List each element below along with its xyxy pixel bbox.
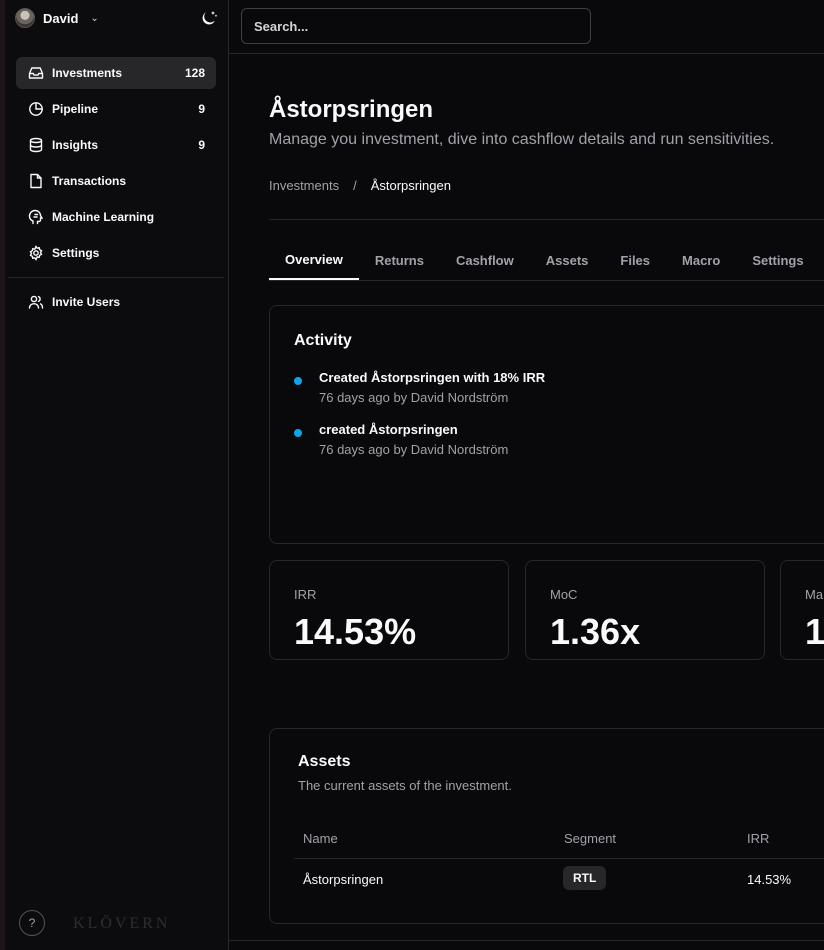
assets-subtitle: The current assets of the investment. xyxy=(298,778,512,793)
asset-name: Åstorpsringen xyxy=(303,872,384,887)
header-divider xyxy=(269,219,824,220)
brand-logo: KLÖVERN xyxy=(73,915,171,932)
tab-files[interactable]: Files xyxy=(604,240,666,280)
activity-card: Activity Created Åstorpsringen with 18% … xyxy=(269,305,824,544)
sidebar-item-insights[interactable]: Insights 9 xyxy=(16,129,216,161)
tab-bar: Overview Returns Cashflow Assets Files M… xyxy=(269,240,824,281)
theme-toggle-button[interactable] xyxy=(199,8,219,28)
metric-label: IRR xyxy=(294,587,317,602)
sidebar-item-label: Pipeline xyxy=(52,102,99,116)
activity-meta: 76 days ago by David Nordström xyxy=(319,442,509,457)
moon-icon xyxy=(202,11,218,25)
activity-meta: 76 days ago by David Nordström xyxy=(319,390,509,405)
invite-users-label: Invite Users xyxy=(52,295,121,309)
main-content: Åstorpsringen Manage you investment, div… xyxy=(229,54,824,941)
metric-value: 1 xyxy=(805,611,824,652)
breadcrumb-current: Åstorpsringen xyxy=(370,178,451,193)
metric-card-irr: IRR 14.53% xyxy=(269,560,509,660)
breadcrumb-investments-link[interactable]: Investments xyxy=(269,178,339,193)
sidebar-item-label: Machine Learning xyxy=(52,210,155,224)
table-row[interactable]: Åstorpsringen RTL 14.53% xyxy=(294,859,824,899)
page-title: Åstorpsringen xyxy=(269,96,434,123)
tab-cashflow[interactable]: Cashflow xyxy=(440,240,530,280)
sidebar-item-settings[interactable]: Settings xyxy=(16,237,216,269)
tab-overview[interactable]: Overview xyxy=(269,240,359,280)
database-icon xyxy=(29,137,43,153)
asset-irr: 14.53% xyxy=(747,872,792,887)
user-name: David xyxy=(43,10,79,26)
activity-text: created Åstorpsringen xyxy=(319,422,458,437)
chevron-down-icon: ⌄ xyxy=(90,12,99,24)
assets-title: Assets xyxy=(298,753,351,770)
avatar xyxy=(15,8,35,28)
column-header-irr: IRR xyxy=(747,831,770,846)
assets-card: Assets The current assets of the investm… xyxy=(269,728,824,924)
file-icon xyxy=(30,173,42,189)
inbox-icon xyxy=(28,67,44,79)
sidebar-item-label: Insights xyxy=(52,138,99,152)
tab-returns[interactable]: Returns xyxy=(359,240,440,280)
user-menu[interactable]: David ⌄ xyxy=(15,8,99,28)
column-header-name: Name xyxy=(303,831,338,846)
sidebar-item-count: 9 xyxy=(198,138,205,152)
metric-label: Ma xyxy=(805,587,824,602)
sidebar: David ⌄ Investments 128 Pipeline 9 Insig… xyxy=(5,0,229,950)
gear-icon xyxy=(29,245,43,261)
metric-card-moc: MoC 1.36x xyxy=(525,560,765,660)
users-icon xyxy=(28,295,44,309)
sidebar-divider xyxy=(8,277,224,278)
metric-value: 14.53% xyxy=(294,611,417,652)
breadcrumb-separator: / xyxy=(353,178,357,193)
segment-badge: RTL xyxy=(563,866,607,890)
activity-title: Activity xyxy=(294,332,352,349)
metric-card-third: Ma 1 xyxy=(780,560,824,660)
breadcrumb: Investments / Åstorpsringen xyxy=(269,178,451,193)
tab-settings[interactable]: Settings xyxy=(736,240,819,280)
sidebar-item-label: Transactions xyxy=(52,174,127,188)
table-header: Name Segment IRR xyxy=(294,817,824,859)
sidebar-item-label: Settings xyxy=(52,246,100,260)
metric-label: MoC xyxy=(550,587,578,602)
pie-chart-icon xyxy=(29,102,43,116)
activity-dot xyxy=(294,377,302,385)
tab-macro[interactable]: Macro xyxy=(666,240,736,280)
tab-assets[interactable]: Assets xyxy=(530,240,605,280)
invite-users-button[interactable]: Invite Users xyxy=(16,286,216,318)
column-header-segment: Segment xyxy=(564,831,617,846)
sidebar-nav: Investments 128 Pipeline 9 Insights 9 Tr… xyxy=(16,57,216,273)
brain-icon xyxy=(28,209,44,225)
sidebar-item-pipeline[interactable]: Pipeline 9 xyxy=(16,93,216,125)
sidebar-item-machine-learning[interactable]: Machine Learning xyxy=(16,201,216,233)
sidebar-item-count: 9 xyxy=(198,102,205,116)
sidebar-item-investments[interactable]: Investments 128 xyxy=(16,57,216,89)
activity-dot xyxy=(294,429,302,437)
sidebar-item-count: 128 xyxy=(184,66,205,80)
topbar xyxy=(229,0,824,54)
sidebar-item-transactions[interactable]: Transactions xyxy=(16,165,216,197)
page-subtitle: Manage you investment, dive into cashflo… xyxy=(269,131,775,148)
metric-value: 1.36x xyxy=(550,611,641,652)
search-input[interactable] xyxy=(241,8,591,44)
sidebar-item-label: Investments xyxy=(52,66,123,80)
help-button[interactable]: ? xyxy=(19,910,45,936)
activity-text: Created Åstorpsringen with 18% IRR xyxy=(319,370,546,385)
